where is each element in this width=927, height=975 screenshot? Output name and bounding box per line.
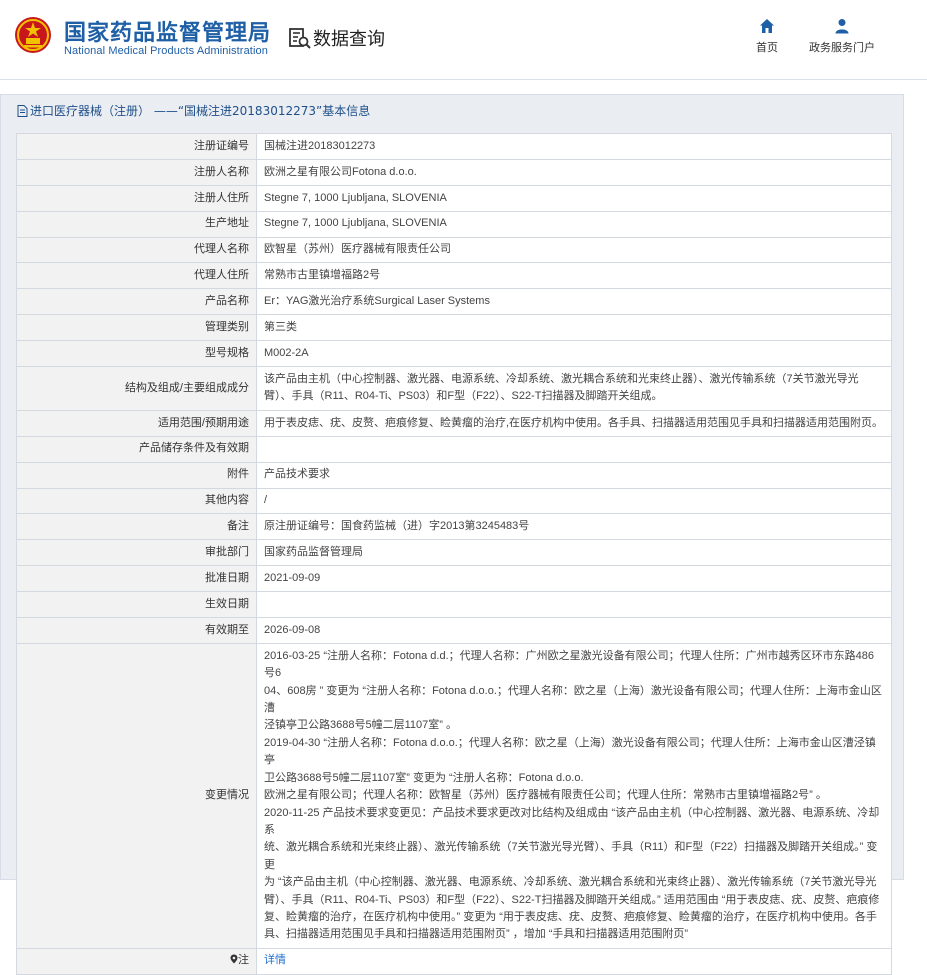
table-row: 注册人名称 欧洲之星有限公司Fotona d.o.o. [16,158,892,186]
change-line: 为 “该产品由主机（中心控制器、激光器、电源系统、冷却系统、激光耦合系统和光束终… [264,876,877,889]
row-key: 其他内容 [16,487,257,515]
row-value: 第三类 [256,314,892,342]
row-value: M002-2A [256,340,892,368]
table-row: 结构及组成/主要组成成分 该产品由主机（中心控制器、激光器、电源系统、冷却系统、激… [16,366,892,411]
row-key: 备注 [16,513,257,541]
row-value: Stegne 7, 1000 Ljubljana, SLOVENIA [256,184,892,212]
table-row: 代理人名称 欧智星（苏州）医疗器械有限责任公司 [16,236,892,264]
change-line: 泾镇亭卫公路3688号5幢二层1107室” 。 [264,719,457,732]
panel-title-text: 进口医疗器械（注册） ——“国械注进20183012273”基本信息 [30,104,371,118]
site-logo-en[interactable]: National Medical Products Administration [64,45,268,57]
row-value: Stegne 7, 1000 Ljubljana, SLOVENIA [256,210,892,238]
table-row: 备注 原注册证编号：国食药监械（进）字2013第3245483号 [16,513,892,541]
row-key: 注册证编号 [16,133,257,160]
nav-service-portal[interactable]: 政务服务门户 [806,18,878,55]
row-value: / [256,487,892,515]
note-key: 注 [238,954,249,967]
row-key: 结构及组成/主要组成成分 [16,366,257,411]
row-value: 2021-09-09 [256,565,892,593]
row-key: 代理人住所 [16,262,257,290]
change-line: 复、睑黄瘤的治疗，在医疗机构中使用。” 变更为 “用于表皮痣、疣、皮赘、疤痕修复… [264,910,877,923]
row-value: 国械注进20183012273 [256,133,892,160]
change-line: 04、608房 ” 变更为 “注册人名称：Fotona d.o.o.；代理人名称… [264,684,882,715]
changes-value: 2016-03-25 “注册人名称：Fotona d.d.；代理人名称：广州欧之… [256,642,892,949]
pin-icon [230,954,238,964]
row-value: 2026-09-08 [256,616,892,644]
row-value: 产品技术要求 [256,461,892,489]
change-line: 2016-03-25 “注册人名称：Fotona d.d.；代理人名称：广州欧之… [264,649,874,680]
table-row: 代理人住所 常熟市古里镇增福路2号 [16,262,892,290]
table-row-changes: 变更情况 2016-03-25 “注册人名称：Fotona d.d.；代理人名称… [16,642,892,949]
row-key: 生产地址 [16,210,257,238]
table-row: 型号规格 M002-2A [16,340,892,368]
row-key: 产品储存条件及有效期 [16,435,257,463]
change-line: 具、扫描器适用范围见手具和扫描器适用范围附页” ，增加 “手具和扫描器适用范围附… [264,928,689,941]
detail-panel: 进口医疗器械（注册） ——“国械注进20183012273”基本信息 注册证编号… [0,94,904,975]
table-row: 批准日期 2021-09-09 [16,565,892,593]
nav-home[interactable]: 首页 [750,18,784,55]
table-row: 注册人住所 Stegne 7, 1000 Ljubljana, SLOVENIA [16,184,892,212]
site-header: 国家药品监督管理局 National Medical Products Admi… [0,0,927,80]
site-logo-cn[interactable]: 国家药品监督管理局 [64,15,271,47]
table-row: 审批部门 国家药品监督管理局 [16,539,892,567]
table-row: 有效期至 2026-09-08 [16,616,892,644]
user-icon [835,19,849,34]
nav-portal-label: 政务服务门户 [809,42,875,54]
table-row: 生产地址 Stegne 7, 1000 Ljubljana, SLOVENIA [16,210,892,238]
detail-table: 注册证编号 国械注进20183012273 注册人名称 欧洲之星有限公司Fotona… [16,133,892,975]
document-icon [17,105,28,117]
row-key: 批准日期 [16,565,257,593]
row-key: 审批部门 [16,539,257,567]
row-value: 用于表皮痣、疣、皮赘、疤痕修复、睑黄瘤的治疗,在医疗机构中使用。各手具、扫描器适… [256,409,892,437]
row-key: 适用范围/预期用途 [16,409,257,437]
change-line: 2020-11-25 产品技术要求变更见：产品技术要求更改对比结构及组成由 “该… [264,806,880,836]
row-key: 产品名称 [16,288,257,316]
panel-title: 进口医疗器械（注册） ——“国械注进20183012273”基本信息 [17,102,370,119]
row-value: 常熟市古里镇增福路2号 [256,262,892,290]
row-key: 有效期至 [16,616,257,644]
row-key: 生效日期 [16,591,257,618]
table-row: 生效日期 [16,591,892,618]
row-value: 欧洲之星有限公司Fotona d.o.o. [256,158,892,186]
row-value: 原注册证编号：国食药监械（进）字2013第3245483号 [256,513,892,541]
change-line: 2019-04-30 “注册人名称：Fotona d.o.o.；代理人名称：欧之… [264,736,876,767]
row-key: 附件 [16,461,257,489]
row-value: 欧智星（苏州）医疗器械有限责任公司 [256,236,892,264]
row-value [256,591,892,618]
row-key: 注 [16,947,257,975]
change-line: 臂）、手具（R11、R04-Ti、PS03）和F型（F22）、S22-T扫描器及… [264,893,880,906]
row-value: 国家药品监督管理局 [256,539,892,567]
row-value: 该产品由主机（中心控制器、激光器、电源系统、冷却系统、激光耦合系统和光束终止器）… [256,366,892,411]
details-link[interactable]: 详情 [264,954,286,966]
row-value: 详情 [256,947,892,975]
national-emblem-icon [15,17,51,53]
row-key: 注册人住所 [16,184,257,212]
data-query-icon [289,28,311,49]
row-key: 变更情况 [16,642,257,949]
change-line: 卫公路3688号5幢二层1107室” 变更为 “注册人名称：Fotona d.o… [264,771,584,784]
header-gap [0,80,927,94]
table-row: 管理类别 第三类 [16,314,892,342]
change-line: 欧洲之星有限公司；代理人名称：欧智星（苏州）医疗器械有限责任公司；代理人住所：常… [264,789,827,802]
row-value: Er：YAG激光治疗系统Surgical Laser Systems [256,288,892,316]
change-line: 统、激光耦合系统和光束终止器）、激光传输系统（7关节激光导光臂）、手具（R11）… [264,841,878,871]
row-key: 管理类别 [16,314,257,342]
row-key: 代理人名称 [16,236,257,264]
data-query-title: 数据查询 [313,29,385,50]
table-row: 适用范围/预期用途 用于表皮痣、疣、皮赘、疤痕修复、睑黄瘤的治疗,在医疗机构中使用… [16,409,892,437]
home-icon [760,19,774,33]
table-row: 其他内容 / [16,487,892,515]
table-row: 产品名称 Er：YAG激光治疗系统Surgical Laser Systems [16,288,892,316]
row-key: 型号规格 [16,340,257,368]
row-key: 注册人名称 [16,158,257,186]
row-value [256,435,892,463]
table-row: 产品储存条件及有效期 [16,435,892,463]
table-row-note: 注 详情 [16,947,892,975]
nav-home-label: 首页 [756,42,778,54]
table-row: 附件 产品技术要求 [16,461,892,489]
table-row: 注册证编号 国械注进20183012273 [16,133,892,160]
